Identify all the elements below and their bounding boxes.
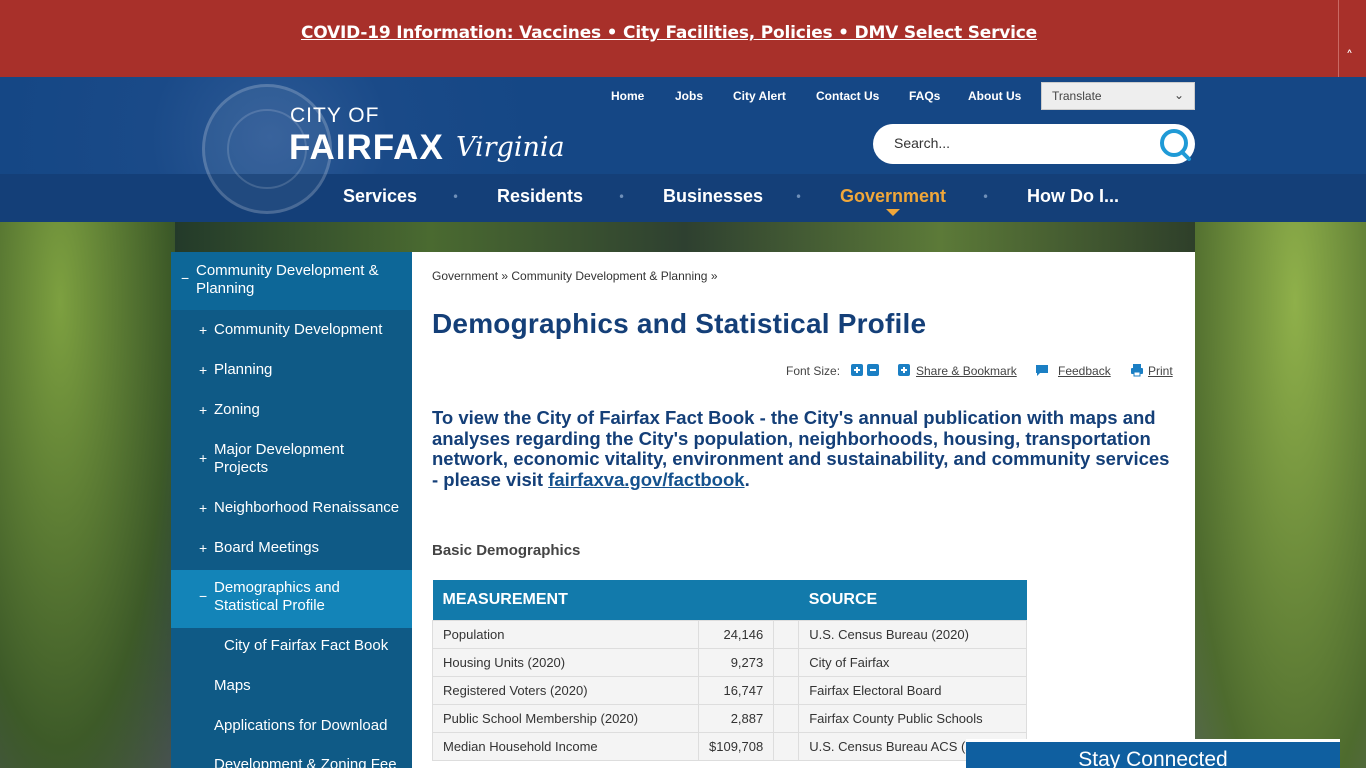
table-cell-source: Fairfax Electoral Board [798, 675, 1027, 705]
util-link-about-us[interactable]: About Us [968, 89, 1021, 103]
nav-active-caret-icon [886, 209, 900, 216]
section-heading: Basic Demographics [432, 542, 581, 559]
breadcrumb-government[interactable]: Government [432, 269, 498, 283]
font-increase-icon[interactable] [850, 363, 864, 377]
sidebar-item-neighborhood-renaissance[interactable]: + Neighborhood Renaissance [171, 490, 412, 530]
collapse-icon: − [199, 588, 208, 604]
expand-icon: + [199, 540, 208, 556]
search-button[interactable] [1155, 124, 1195, 164]
expand-icon: + [199, 500, 208, 516]
table-row: Median Household Income $109,708 U.S. Ce… [432, 731, 1027, 761]
util-link-jobs[interactable]: Jobs [675, 89, 703, 103]
stay-connected-button[interactable]: Stay Connected [966, 739, 1340, 768]
expand-icon: + [199, 322, 208, 338]
sidebar-item-major-development-projects[interactable]: + Major Development Projects [171, 432, 412, 490]
expand-icon: + [199, 402, 208, 418]
expand-icon: + [199, 362, 208, 378]
table-cell-source: City of Fairfax [798, 647, 1027, 677]
nav-separator: • [618, 190, 626, 204]
util-link-contact-us[interactable]: Contact Us [816, 89, 879, 103]
sidebar-item-fact-book[interactable]: City of Fairfax Fact Book [171, 628, 412, 668]
covid-alert-bar: COVID-19 Information: Vaccines • City Fa… [0, 0, 1366, 77]
share-icon [898, 364, 910, 376]
table-row: Housing Units (2020) 9,273 City of Fairf… [432, 647, 1027, 677]
feedback-link[interactable]: Feedback [1058, 364, 1111, 378]
font-size-label: Font Size: [786, 364, 841, 378]
collapse-icon: − [181, 270, 190, 286]
table-cell-value: 9,273 [697, 647, 775, 677]
nav-residents[interactable]: Residents [497, 186, 583, 207]
table-row: Population 24,146 U.S. Census Bureau (20… [432, 619, 1027, 649]
logo-city-of[interactable]: CITY OF [290, 104, 379, 128]
table-cell-value: $109,708 [697, 731, 775, 761]
alert-collapse-button[interactable]: ˄ [1338, 0, 1366, 77]
sidebar-item-demographics[interactable]: − Demographics and Statistical Profile [171, 570, 412, 628]
nav-separator: • [452, 190, 460, 204]
table-header-source: SOURCE [798, 580, 1027, 620]
demographics-table: MEASUREMENT SOURCE Population 24,146 U.S… [432, 580, 1027, 761]
breadcrumb-community-development[interactable]: Community Development & Planning [511, 269, 707, 283]
intro-paragraph: To view the City of Fairfax Fact Book - … [432, 407, 1170, 490]
table-row: Public School Membership (2020) 2,887 Fa… [432, 703, 1027, 733]
search-icon [1160, 129, 1191, 161]
chevron-up-icon: ˄ [1346, 49, 1353, 65]
nav-government[interactable]: Government [840, 186, 946, 207]
main-content: Government » Community Development & Pla… [412, 252, 1195, 768]
feedback-icon [1036, 365, 1048, 376]
sidebar-item-zoning[interactable]: + Zoning [171, 392, 412, 432]
nav-services[interactable]: Services [343, 186, 417, 207]
translate-select[interactable]: Translate ⌄ [1041, 82, 1195, 110]
table-cell-measure: Population [432, 619, 699, 649]
fact-book-link[interactable]: fairfaxva.gov/factbook [548, 469, 744, 490]
table-cell-value: 2,887 [697, 703, 775, 733]
expand-icon: + [199, 450, 208, 466]
nav-separator: • [795, 190, 803, 204]
share-bookmark-link[interactable]: Share & Bookmark [916, 364, 1017, 378]
table-row: Registered Voters (2020) 16,747 Fairfax … [432, 675, 1027, 705]
print-link[interactable]: Print [1148, 364, 1173, 378]
util-link-faqs[interactable]: FAQs [909, 89, 940, 103]
nav-how-do-i[interactable]: How Do I... [1027, 186, 1119, 207]
translate-label: Translate [1052, 89, 1102, 103]
covid-alert-link[interactable]: COVID-19 Information: Vaccines • City Fa… [0, 23, 1338, 43]
logo-fairfax[interactable]: FAIRFAX [289, 128, 444, 168]
table-cell-measure: Housing Units (2020) [432, 647, 699, 677]
print-icon [1131, 364, 1143, 377]
table-cell-measure: Median Household Income [432, 731, 699, 761]
sidebar-item-development-zoning-fee[interactable]: Development & Zoning Fee [171, 748, 412, 768]
table-cell-value: 16,747 [697, 675, 775, 705]
font-decrease-icon[interactable] [866, 363, 880, 377]
search-box[interactable]: Search... [873, 124, 1195, 164]
table-cell-measure: Public School Membership (2020) [432, 703, 699, 733]
util-link-city-alert[interactable]: City Alert [733, 89, 786, 103]
table-cell-source: Fairfax County Public Schools [798, 703, 1027, 733]
chevron-down-icon: ⌄ [1173, 88, 1184, 102]
section-sidebar: − Community Development & Planning + Com… [171, 252, 412, 768]
sidebar-section-header[interactable]: − Community Development & Planning [171, 252, 412, 310]
util-link-home[interactable]: Home [611, 89, 644, 103]
sidebar-item-maps[interactable]: Maps [171, 668, 412, 708]
sidebar-item-community-development[interactable]: + Community Development [171, 312, 412, 352]
stay-connected-label: Stay Connected [1078, 748, 1228, 768]
breadcrumb: Government » Community Development & Pla… [432, 269, 718, 283]
logo-virginia[interactable]: Virginia [456, 132, 565, 163]
table-cell-source: U.S. Census Bureau (2020) [798, 619, 1027, 649]
sidebar-item-applications[interactable]: Applications for Download [171, 708, 412, 748]
sidebar-item-planning[interactable]: + Planning [171, 352, 412, 392]
page-title: Demographics and Statistical Profile [432, 308, 927, 339]
nav-separator: • [982, 190, 990, 204]
table-cell-measure: Registered Voters (2020) [432, 675, 699, 705]
table-cell-value: 24,146 [697, 619, 775, 649]
sidebar-item-board-meetings[interactable]: + Board Meetings [171, 530, 412, 570]
search-input[interactable]: Search... [894, 135, 950, 151]
nav-businesses[interactable]: Businesses [663, 186, 763, 207]
table-header-measurement: MEASUREMENT [432, 580, 799, 620]
